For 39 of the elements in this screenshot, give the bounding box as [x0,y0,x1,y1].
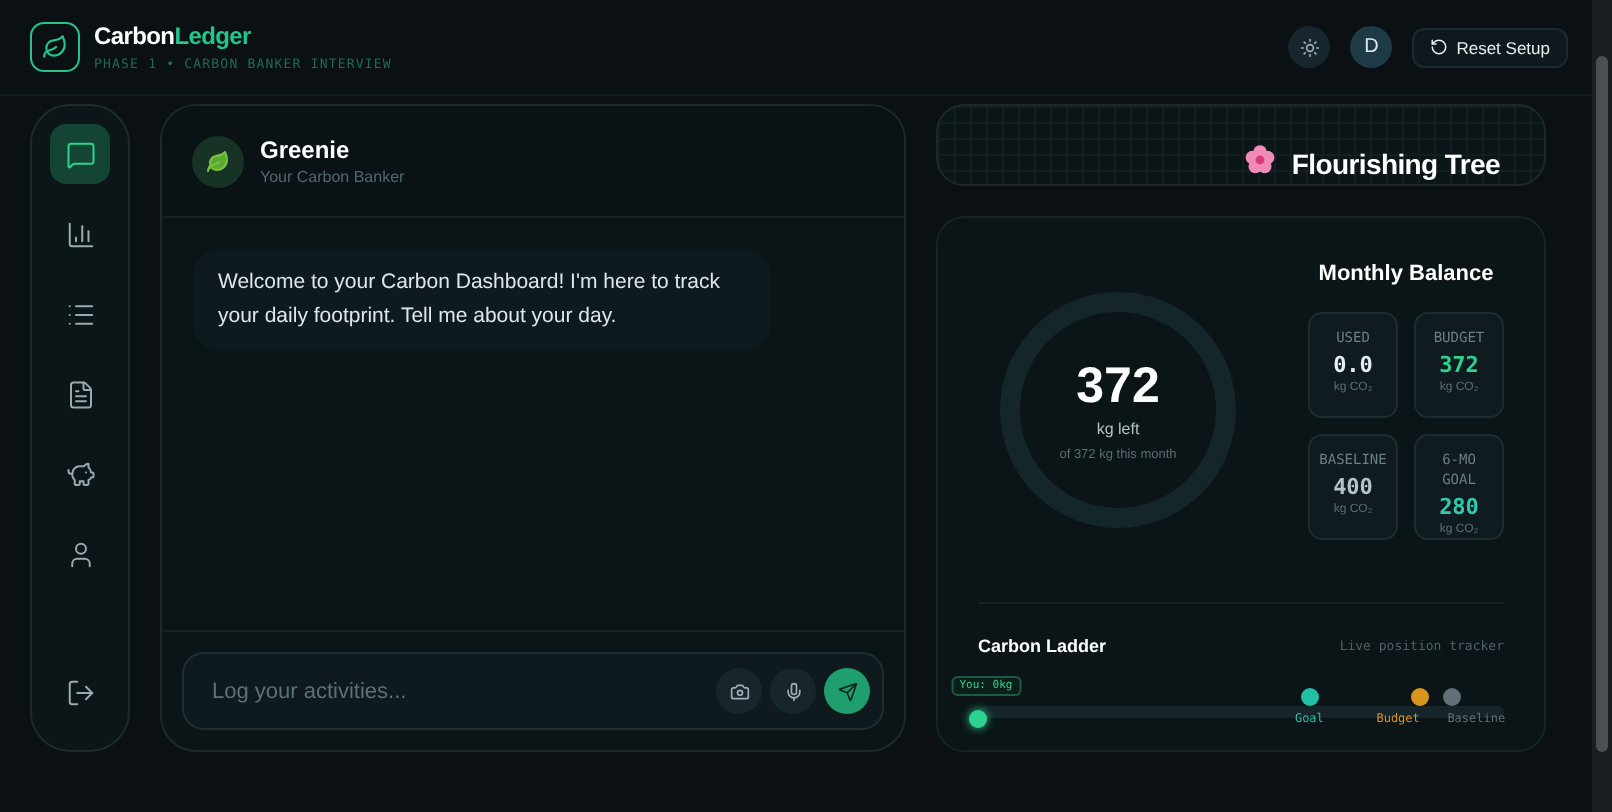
microphone-button[interactable] [770,668,816,714]
bar-chart-icon [65,219,95,249]
position-marker [969,710,987,728]
chat-nav-button[interactable] [50,124,110,184]
logo-icon [30,22,80,72]
balance-title: Monthly Balance [1318,262,1494,286]
stat-value: 0.0 [1333,352,1373,378]
piggy-bank-icon [65,459,95,489]
flower-icon [1243,144,1276,176]
bot-subtitle: Your Carbon Banker [260,168,405,186]
reset-setup-button[interactable]: Reset Setup [1412,27,1568,67]
sun-icon [1299,37,1320,57]
scrollbar[interactable] [1592,0,1612,812]
camera-icon [729,681,749,701]
theme-toggle-button[interactable] [1288,26,1331,68]
ladder-title: Carbon Ladder [978,636,1107,656]
app-name: CarbonLedger [94,22,253,50]
document-icon [65,379,95,409]
logout-icon [65,677,95,707]
list-icon [65,299,95,329]
balance-value: 372 [1076,358,1160,416]
chat-icon [65,139,95,169]
user-icon [65,539,95,569]
message-input[interactable]: Log your activities... [208,677,708,705]
reset-icon [1430,38,1449,56]
user-avatar[interactable]: D [1350,26,1393,68]
send-button[interactable] [824,668,870,714]
tree-title: Flourishing Tree [1291,148,1500,184]
stat-value: 400 [1333,474,1373,500]
send-icon [837,681,857,701]
stat-value: 280 [1439,494,1479,520]
bot-name: Greenie [260,136,352,164]
bot-avatar [192,135,244,187]
message-field[interactable]: Log your activities... [182,652,884,730]
camera-button[interactable] [716,668,762,714]
chat-message: Welcome to your Carbon Dashboard! I'm here to track your daily footprint. Tell me about your day. [194,250,770,350]
balance-unit: kg left [1096,420,1140,438]
microphone-icon [783,681,803,701]
stat-value: 372 [1439,352,1479,378]
